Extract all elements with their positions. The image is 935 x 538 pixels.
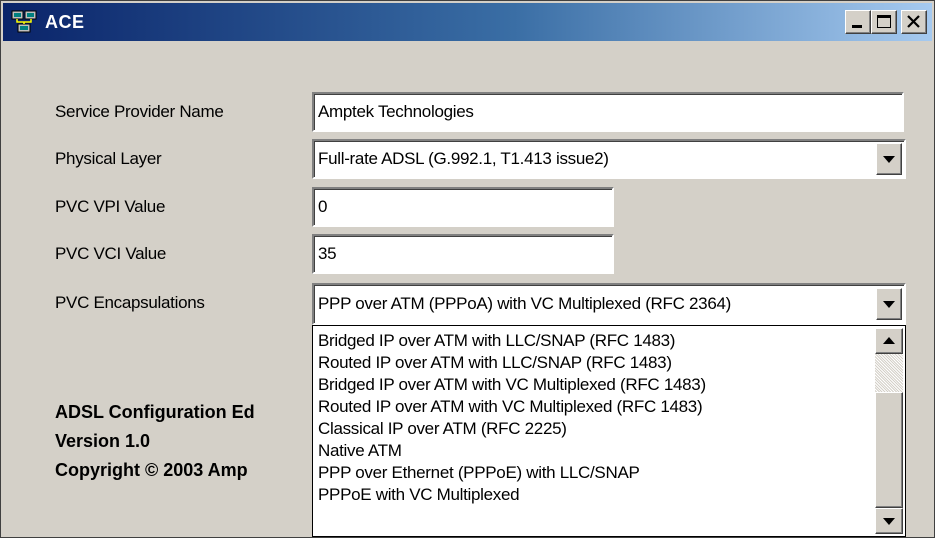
physical-layer-select[interactable]: Full-rate ADSL (G.992.1, T1.413 issue2): [312, 139, 906, 179]
vpi-input[interactable]: 0: [312, 187, 614, 227]
dropdown-scrollbar[interactable]: [875, 328, 903, 534]
app-window: ACE Service Provider Name Amptek Technol…: [0, 0, 935, 538]
chevron-down-icon: [883, 301, 895, 308]
about-copyright: Copyright © 2003 Amp: [55, 460, 248, 480]
service-provider-input[interactable]: Amptek Technologies: [312, 92, 904, 132]
vpi-label: PVC VPI Value: [55, 197, 166, 216]
list-item[interactable]: Bridged IP over ATM with LLC/SNAP (RFC 1…: [318, 330, 675, 352]
physical-layer-label: Physical Layer: [55, 149, 162, 168]
close-button[interactable]: [901, 10, 927, 34]
vci-label: PVC VCI Value: [55, 244, 167, 263]
network-computer-icon: [11, 9, 37, 35]
minimize-icon: [852, 25, 862, 28]
encapsulation-dropdown-button[interactable]: [876, 288, 902, 320]
chevron-down-icon: [883, 518, 895, 525]
window-title: ACE: [45, 12, 85, 32]
service-provider-label: Service Provider Name: [55, 102, 224, 121]
scroll-up-button[interactable]: [875, 328, 903, 354]
list-item[interactable]: Classical IP over ATM (RFC 2225): [318, 418, 567, 440]
physical-layer-value: Full-rate ADSL (G.992.1, T1.413 issue2): [318, 149, 609, 168]
chevron-down-icon: [883, 156, 895, 163]
encapsulation-value: PPP over ATM (PPPoA) with VC Multiplexed…: [318, 294, 731, 313]
about-version: Version 1.0: [55, 431, 151, 451]
list-item[interactable]: Routed IP over ATM with LLC/SNAP (RFC 14…: [318, 352, 672, 374]
encapsulation-select[interactable]: PPP over ATM (PPPoA) with VC Multiplexed…: [312, 283, 906, 325]
scroll-thumb[interactable]: [875, 392, 903, 508]
list-item[interactable]: Routed IP over ATM with VC Multiplexed (…: [318, 396, 703, 418]
list-item[interactable]: Native ATM: [318, 440, 402, 462]
encapsulation-label: PVC Encapsulations: [55, 293, 205, 312]
title-bar[interactable]: ACE: [3, 3, 932, 41]
list-item[interactable]: PPP over Ethernet (PPPoE) with LLC/SNAP: [318, 462, 640, 484]
physical-layer-dropdown-button[interactable]: [876, 143, 902, 175]
encapsulation-dropdown-list[interactable]: Bridged IP over ATM with LLC/SNAP (RFC 1…: [312, 325, 906, 537]
list-item[interactable]: Bridged IP over ATM with VC Multiplexed …: [318, 374, 706, 396]
scroll-down-button[interactable]: [875, 508, 903, 534]
chevron-up-icon: [883, 337, 895, 344]
close-icon: [907, 15, 920, 28]
minimize-button[interactable]: [845, 10, 871, 34]
maximize-icon: [877, 15, 891, 28]
vci-input[interactable]: 35: [312, 234, 614, 274]
about-title: ADSL Configuration Ed: [55, 402, 255, 422]
list-item[interactable]: PPPoE with VC Multiplexed: [318, 484, 520, 506]
maximize-button[interactable]: [871, 10, 897, 34]
